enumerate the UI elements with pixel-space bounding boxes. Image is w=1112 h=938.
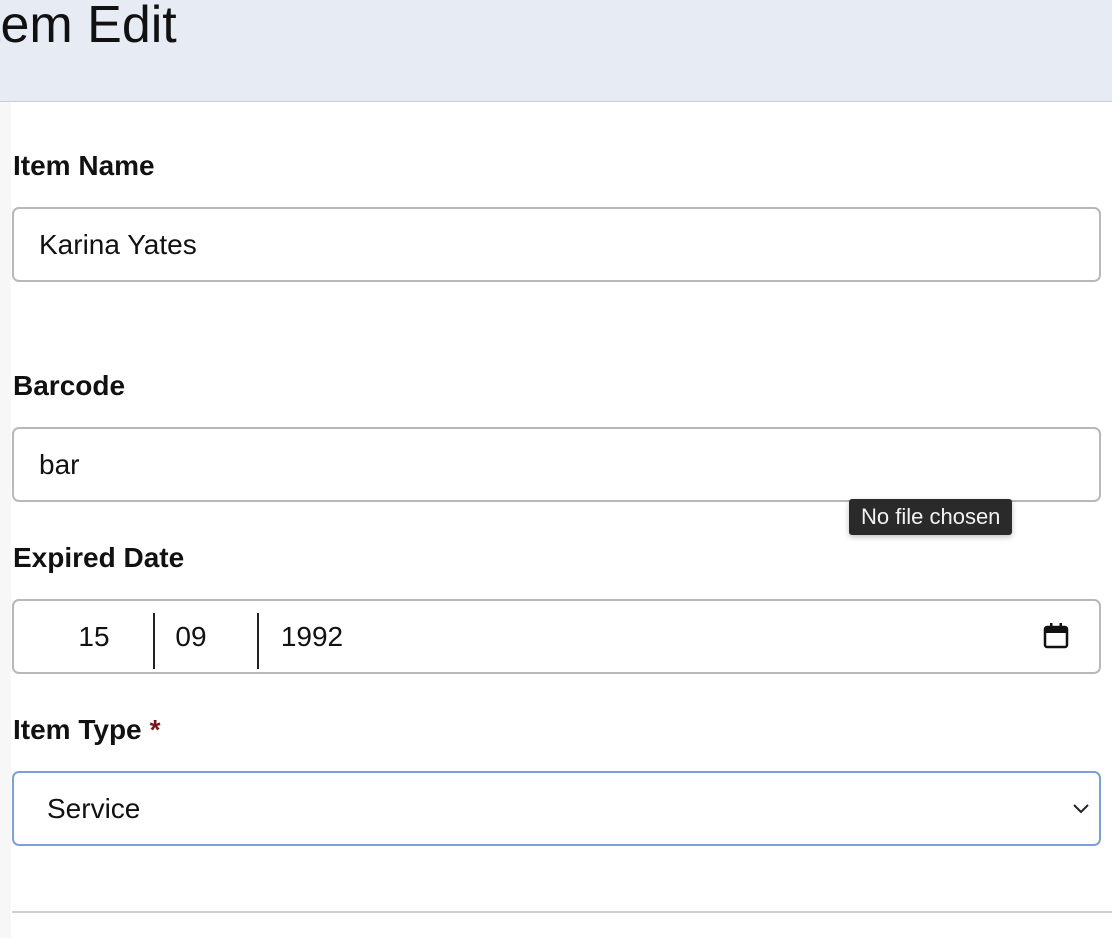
date-day-segment[interactable]: 15	[74, 601, 114, 672]
barcode-input[interactable]	[14, 429, 1099, 500]
date-year-segment[interactable]: 1992	[277, 601, 347, 672]
item-type-select[interactable]: Service	[12, 771, 1101, 846]
required-marker: *	[149, 714, 161, 745]
item-name-input[interactable]	[14, 209, 1099, 280]
expired-date-field[interactable]: 15 09 1992	[12, 599, 1101, 674]
barcode-label: Barcode	[13, 370, 126, 401]
chevron-down-icon	[1073, 804, 1089, 814]
date-separator	[153, 613, 155, 669]
item-name-label: Item Name	[13, 150, 155, 181]
file-tooltip: No file chosen	[849, 499, 1013, 535]
page-title: tem Edit	[0, 0, 177, 54]
barcode-field[interactable]	[12, 427, 1101, 502]
date-separator	[257, 613, 259, 669]
page-header: tem Edit	[0, 0, 1112, 102]
expired-date-label: Expired Date	[13, 542, 185, 573]
item-name-field[interactable]	[12, 207, 1101, 282]
calendar-icon[interactable]	[1043, 623, 1069, 649]
form-divider	[12, 911, 1112, 913]
item-type-label-text: Item Type	[13, 714, 142, 745]
date-month-segment[interactable]: 09	[171, 601, 211, 672]
item-type-label: Item Type *	[13, 713, 161, 747]
item-type-selected-value: Service	[47, 793, 141, 824]
